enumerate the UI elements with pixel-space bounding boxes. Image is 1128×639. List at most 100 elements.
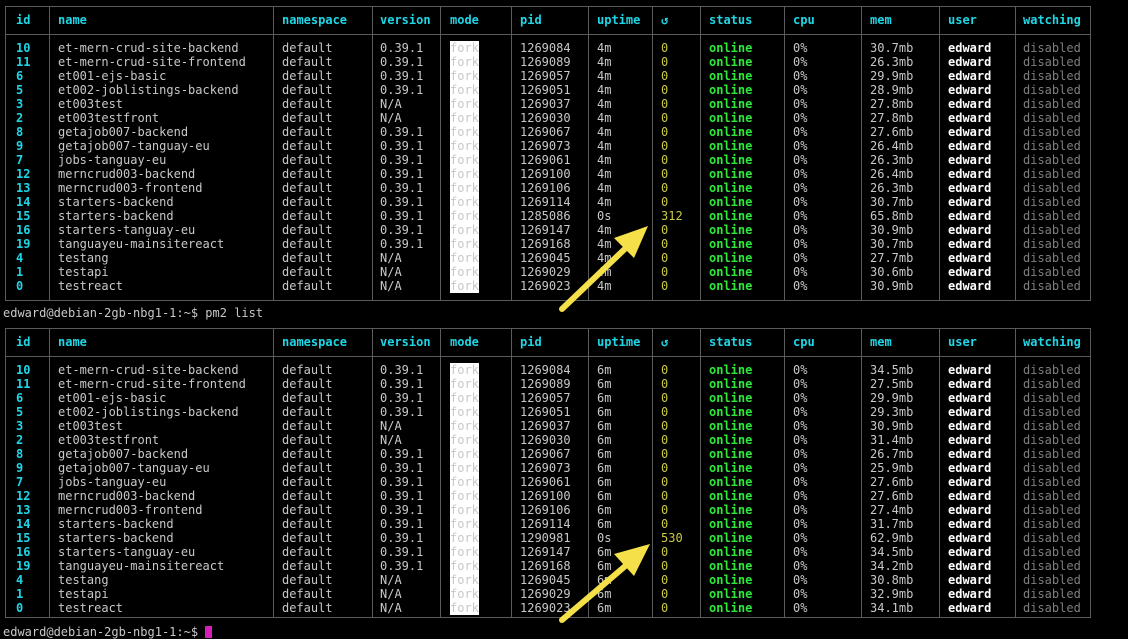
cell-watching: disabled: [1023, 111, 1081, 125]
cell-status: online: [709, 475, 753, 489]
cell-id: 3: [16, 419, 24, 433]
cell-user: edward: [948, 391, 992, 405]
cell-uptime: 6m: [597, 363, 612, 377]
cell-name: starters-backend: [58, 209, 174, 223]
cell-version: 0.39.1: [380, 83, 424, 97]
cell-status: online: [709, 139, 753, 153]
cell-cpu: 0%: [793, 559, 808, 573]
table-row: 13 merncrud003-frontend default 0.39.1 fork 1…: [6, 503, 1090, 517]
cell-user: edward: [948, 139, 992, 153]
cell-mode: fork: [450, 167, 479, 181]
cell-uptime: 4m: [597, 97, 612, 111]
cell-namespace: default: [282, 461, 333, 475]
cell-namespace: default: [282, 419, 333, 433]
cell-pid: 1269073: [520, 139, 571, 153]
cell-watching: disabled: [1023, 391, 1081, 405]
cell-version: 0.39.1: [380, 461, 424, 475]
cell-mem: 30.6mb: [870, 265, 914, 279]
cell-namespace: default: [282, 251, 333, 265]
column-header-status: status: [709, 335, 753, 349]
cell-status: online: [709, 391, 753, 405]
cell-restart: 0: [661, 69, 669, 83]
cell-version: 0.39.1: [380, 167, 424, 181]
cell-mem: 34.5mb: [870, 363, 914, 377]
cell-mem: 26.7mb: [870, 447, 914, 461]
cell-id: 5: [16, 83, 24, 97]
column-header-id: id: [16, 335, 31, 349]
cell-id: 10: [16, 41, 31, 55]
cell-status: online: [709, 209, 753, 223]
cell-restart: 0: [661, 251, 669, 265]
cell-watching: disabled: [1023, 419, 1081, 433]
cell-pid: 1269106: [520, 181, 571, 195]
cell-namespace: default: [282, 181, 333, 195]
cell-version: N/A: [380, 279, 402, 293]
cell-cpu: 0%: [793, 83, 808, 97]
cell-pid: 1269057: [520, 391, 571, 405]
cell-name: et-mern-crud-site-frontend: [58, 55, 246, 69]
cell-pid: 1269045: [520, 573, 571, 587]
cell-watching: disabled: [1023, 153, 1081, 167]
cell-name: merncrud003-backend: [58, 167, 196, 181]
cell-status: online: [709, 265, 753, 279]
cell-cpu: 0%: [793, 447, 808, 461]
cell-version: 0.39.1: [380, 405, 424, 419]
cell-restart: 530: [661, 531, 683, 545]
cell-namespace: default: [282, 167, 333, 181]
cell-namespace: default: [282, 83, 333, 97]
cell-id: 4: [16, 251, 24, 265]
cell-mode: fork: [450, 573, 479, 587]
cell-watching: disabled: [1023, 433, 1081, 447]
cell-id: 6: [16, 69, 24, 83]
cell-version: N/A: [380, 433, 402, 447]
cell-uptime: 6m: [597, 405, 612, 419]
cell-mode: fork: [450, 475, 479, 489]
cell-uptime: 4m: [597, 181, 612, 195]
cell-id: 2: [16, 111, 24, 125]
cell-version: 0.39.1: [380, 377, 424, 391]
cell-status: online: [709, 181, 753, 195]
cell-version: N/A: [380, 111, 402, 125]
cell-mode: fork: [450, 433, 479, 447]
cell-user: edward: [948, 363, 992, 377]
cell-namespace: default: [282, 475, 333, 489]
cell-uptime: 6m: [597, 475, 612, 489]
cell-uptime: 4m: [597, 251, 612, 265]
cell-namespace: default: [282, 531, 333, 545]
cell-watching: disabled: [1023, 447, 1081, 461]
cell-watching: disabled: [1023, 139, 1081, 153]
cell-status: online: [709, 125, 753, 139]
cell-cpu: 0%: [793, 167, 808, 181]
cell-status: online: [709, 363, 753, 377]
cell-user: edward: [948, 517, 992, 531]
shell-prompt-bottom: edward@debian-2gb-nbg1-1:~$: [3, 625, 213, 639]
pm2-process-table-2: id name namespace version mode pid uptime ↺ stat…: [5, 328, 1091, 618]
cell-pid: 1269029: [520, 587, 571, 601]
cell-cpu: 0%: [793, 195, 808, 209]
cell-watching: disabled: [1023, 377, 1081, 391]
cell-mode: fork: [450, 545, 479, 559]
cell-cpu: 0%: [793, 573, 808, 587]
cell-pid: 1269057: [520, 69, 571, 83]
cell-version: 0.39.1: [380, 489, 424, 503]
cell-user: edward: [948, 433, 992, 447]
cell-status: online: [709, 447, 753, 461]
cell-mem: 30.7mb: [870, 195, 914, 209]
cell-watching: disabled: [1023, 209, 1081, 223]
cell-mode: fork: [450, 489, 479, 503]
cell-mem: 30.9mb: [870, 419, 914, 433]
cell-pid: 1269114: [520, 517, 571, 531]
table-row: 15 starters-backend default 0.39.1 fork 12909…: [6, 531, 1090, 545]
cell-restart: 0: [661, 433, 669, 447]
cell-user: edward: [948, 419, 992, 433]
cell-version: 0.39.1: [380, 531, 424, 545]
cell-namespace: default: [282, 97, 333, 111]
table-header: id name namespace version mode pid uptime ↺ stat…: [6, 329, 1090, 357]
cell-mode: fork: [450, 237, 479, 251]
column-header-id: id: [16, 13, 31, 27]
cell-pid: 1269100: [520, 489, 571, 503]
cell-user: edward: [948, 587, 992, 601]
cell-mode: fork: [450, 517, 479, 531]
cell-status: online: [709, 545, 753, 559]
cell-cpu: 0%: [793, 41, 808, 55]
